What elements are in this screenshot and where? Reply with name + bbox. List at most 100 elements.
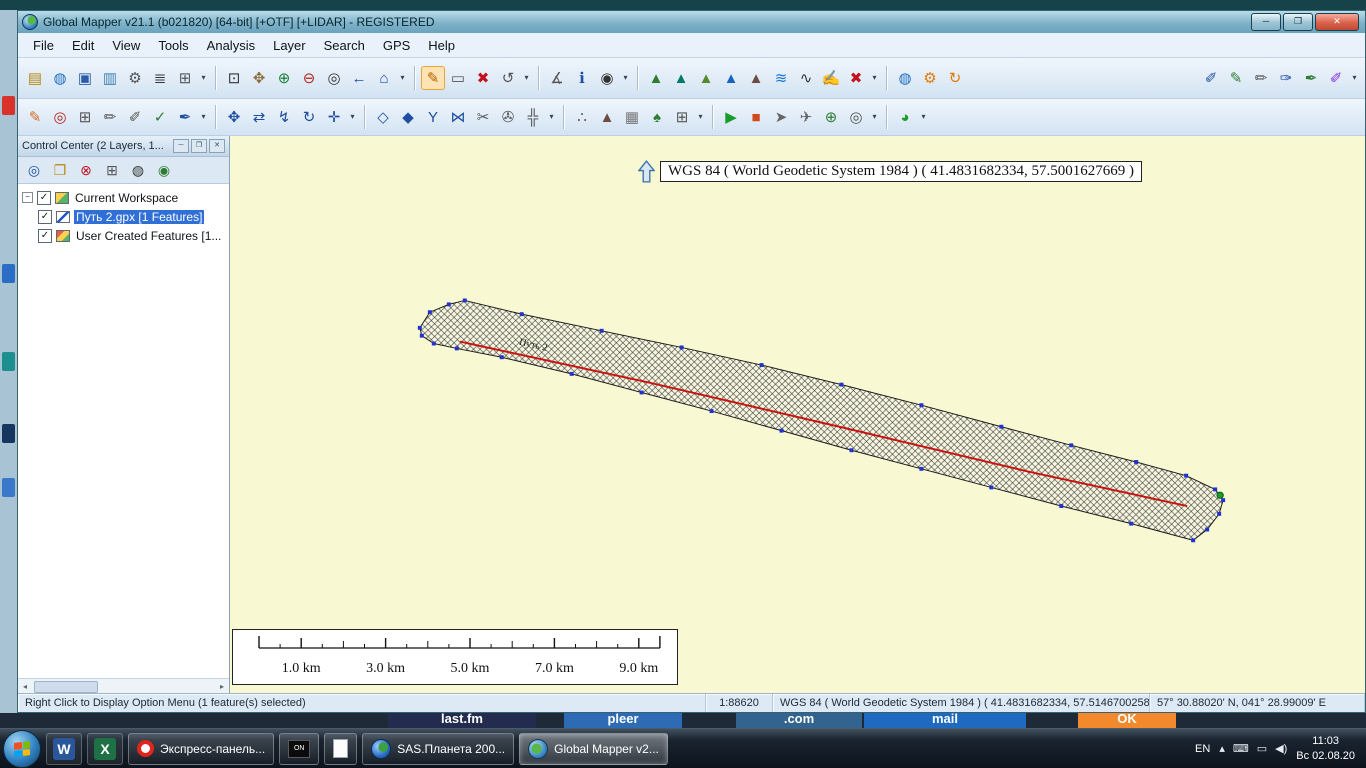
vertex-handle[interactable] [760,363,764,367]
undo-edit-button[interactable]: ↺ [496,66,520,90]
vertex-handle[interactable] [1213,487,1217,491]
map-options-button[interactable]: ⚙ [918,66,942,90]
projection-settings-button[interactable]: ◍ [893,66,917,90]
layer-checkbox[interactable]: ✓ [37,191,51,205]
style-editor-button[interactable]: ✎ [23,105,47,129]
vertex-handle[interactable] [680,345,684,349]
digitizer-freehand-button[interactable]: ✐ [1324,66,1348,90]
zoom-to-layer-button[interactable]: ◎ [23,159,45,181]
digitizer-tools-more-button[interactable]: ▾ [521,66,532,90]
generate-contours-button[interactable]: ▲ [669,66,693,90]
menu-search[interactable]: Search [315,36,374,55]
menu-view[interactable]: View [103,36,149,55]
global-mapper-task-button[interactable]: Global Mapper v2... [519,733,668,765]
print-map-button[interactable]: ⊞ [173,66,197,90]
center-crosshair-button[interactable]: ╬ [521,105,545,129]
close-button[interactable]: ✕ [1315,13,1359,31]
vertex-handle[interactable] [1205,528,1209,532]
coordinate-grid-button[interactable]: ⊞ [73,105,97,129]
apply-edits-button[interactable]: ✓ [148,105,172,129]
digitizer-line-constraint-button[interactable]: ✐ [1199,66,1223,90]
menu-layer[interactable]: Layer [264,36,315,55]
view-3d-more-button[interactable]: ▾ [918,105,929,129]
view-tools-more-button[interactable]: ▾ [397,66,408,90]
vertex-handle[interactable] [1217,512,1221,516]
map-canvas[interactable]: Путь 2 [230,136,1365,693]
layer-row[interactable]: −✓Current Workspace [20,188,229,207]
console-window-button[interactable]: ON [279,733,319,765]
volume-icon[interactable]: ◀) [1275,742,1287,755]
vertex-handle[interactable] [428,310,432,314]
download-online-data-button[interactable]: ◍ [48,66,72,90]
menu-tools[interactable]: Tools [149,36,197,55]
shift-feature-button[interactable]: ⇄ [247,105,271,129]
vertex-handle[interactable] [432,342,436,346]
layer-checkbox[interactable]: ✓ [38,210,52,224]
vertex-handle[interactable] [570,372,574,376]
quick-digitize-button[interactable]: ✏ [98,105,122,129]
add-overlay-button[interactable]: ⊕ [819,105,843,129]
measure-tool-button[interactable]: ∡ [545,66,569,90]
draw-pen-button[interactable]: ✒ [173,105,197,129]
track-endpoint[interactable] [1217,492,1223,498]
vertex-handle[interactable] [455,346,459,350]
zoom-full-extent-button[interactable]: ◎ [322,66,346,90]
delete-selected-features-button[interactable]: ✖ [471,66,495,90]
watershed-analysis-button[interactable]: ▲ [719,66,743,90]
layer-metadata-button[interactable]: ⊞ [101,159,123,181]
create-elevation-grid-button[interactable]: ▲ [644,66,668,90]
vertex-handle[interactable] [1069,443,1073,447]
vertex-handle[interactable] [710,409,714,413]
zoom-window-button[interactable]: ⊡ [222,66,246,90]
edit-selected-features-button[interactable]: ▭ [446,66,470,90]
info-tools-more-button[interactable]: ▾ [620,66,631,90]
split-line-button[interactable]: Y [421,105,445,129]
menu-file[interactable]: File [24,36,63,55]
digitizer-trace-button[interactable]: ✒ [1299,66,1323,90]
panel-close-button[interactable]: ✕ [209,139,225,153]
identify-tool-button[interactable]: ◉ [595,66,619,90]
vertex-handle[interactable] [418,326,422,330]
script-editor-button[interactable]: ✍ [819,66,843,90]
join-lines-button[interactable]: ⋈ [446,105,470,129]
vertex-handle[interactable] [1059,504,1063,508]
vertex-handle[interactable] [1191,538,1195,542]
language-indicator[interactable]: EN [1195,743,1210,755]
zoom-out-button[interactable]: ⊖ [297,66,321,90]
delete-vertex-button[interactable]: ◆ [396,105,420,129]
sas-planet-button[interactable]: SAS.Планета 200... [362,733,514,765]
lidar-vegetation-classify-button[interactable]: ♠ [645,105,669,129]
digitizer-spline-button[interactable]: ✑ [1274,66,1298,90]
snap-cursor-button[interactable]: ✛ [322,105,346,129]
start-button[interactable] [3,730,41,768]
lidar-building-classify-button[interactable]: ▦ [620,105,644,129]
file-tools-more-button[interactable]: ▾ [198,66,209,90]
vertex-handle[interactable] [999,425,1003,429]
lidar-grid-button[interactable]: ⊞ [670,105,694,129]
compare-terrain-button[interactable]: ▲ [744,66,768,90]
rotate-feature-button[interactable]: ↻ [297,105,321,129]
layer-checkbox[interactable]: ✓ [38,229,52,243]
keyboard-layout-icon[interactable]: ⌨ [1233,742,1249,755]
vertex-handle[interactable] [849,448,853,452]
hidden-icons-icon[interactable]: ▴ [1219,742,1225,755]
vertex-tools-more-button[interactable]: ▾ [546,105,557,129]
vertex-handle[interactable] [1221,498,1225,502]
menu-help[interactable]: Help [419,36,464,55]
move-feature-button[interactable]: ✥ [222,105,246,129]
water-level-rise-button[interactable]: ≋ [769,66,793,90]
scrollbar-track[interactable] [32,680,215,692]
map-view[interactable]: Путь 2 WGS 84 ( World Geodetic System 19… [230,136,1365,693]
expand-toggle-icon[interactable]: − [22,192,33,203]
vertex-handle[interactable] [420,334,424,338]
excel-pinned-button[interactable]: X [87,733,123,765]
vertex-handle[interactable] [1129,522,1133,526]
open-control-center-button[interactable]: ≣ [148,66,172,90]
digitizer-tool-button[interactable]: ✎ [421,66,445,90]
pan-view-button[interactable]: ✥ [247,66,271,90]
center-on-location-button[interactable]: ◎ [844,105,868,129]
title-bar[interactable]: Global Mapper v21.1 (b021820) [64-bit] [… [18,11,1365,33]
scrollbar-thumb[interactable] [34,681,98,693]
panel-float-button[interactable]: ❐ [191,139,207,153]
path-profile-button[interactable]: ∿ [794,66,818,90]
